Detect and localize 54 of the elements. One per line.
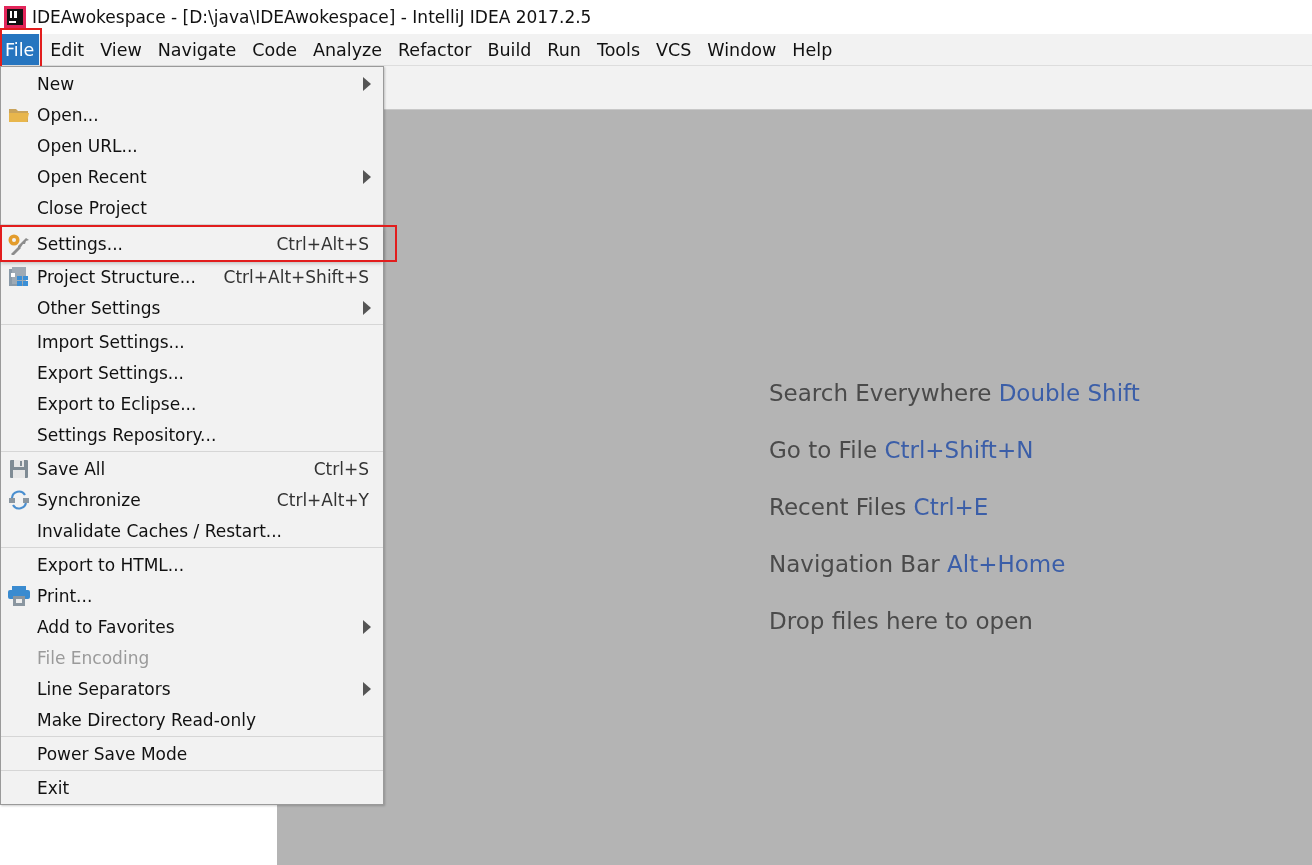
menu-item[interactable]: Settings Repository... [37, 424, 383, 445]
menu-bar-item[interactable]: View [95, 34, 147, 65]
hint-text: Search Everywhere [769, 380, 992, 406]
hint-shortcut: Ctrl+E [913, 494, 989, 520]
menu-bar-item[interactable]: Refactor [393, 34, 477, 65]
menu-item[interactable]: Exit [37, 777, 383, 798]
menu-item[interactable]: Add to Favorites [37, 616, 363, 637]
menu-item[interactable]: Project Structure... [37, 266, 224, 287]
menu-item[interactable]: Export Settings... [37, 362, 383, 383]
hint-text: Navigation Bar [769, 551, 940, 577]
menu-bar-item[interactable]: Help [787, 34, 838, 65]
menu-bar-item[interactable]: Build [482, 34, 537, 65]
printer-icon [8, 585, 30, 606]
menu-bar-item[interactable]: VCS [651, 34, 697, 65]
hint-text: Drop files here to open [769, 608, 1033, 634]
menu-bar-item[interactable]: File [0, 34, 40, 65]
menu-item[interactable]: Export to Eclipse... [37, 393, 383, 414]
wrench-icon [7, 232, 31, 255]
menu-item[interactable]: New [37, 73, 363, 94]
menu-item[interactable]: Make Directory Read-only [37, 709, 383, 730]
sync-icon [8, 489, 30, 510]
menu-item[interactable]: Invalidate Caches / Restart... [37, 520, 383, 541]
menu-item[interactable]: Import Settings... [37, 331, 383, 352]
menu-item[interactable]: Settings... [37, 233, 277, 254]
menu-item[interactable]: Line Separators [37, 678, 363, 699]
menu-item[interactable]: Save All [37, 458, 314, 479]
menu-item[interactable]: Open Recent [37, 166, 363, 187]
window-title: IDEAwokespace - [D:\java\IDEAwokespace] - IntelliJ IDEA 2017.2.5 [32, 7, 592, 27]
hint-text: Recent Files [769, 494, 907, 520]
menu-item[interactable]: Export to HTML... [37, 554, 383, 575]
app-logo-icon [4, 6, 26, 28]
menu-item[interactable]: Other Settings [37, 297, 363, 318]
menu-bar-item[interactable]: Navigate [152, 34, 242, 65]
shortcut-label: Ctrl+Alt+Y [276, 489, 370, 510]
hint-shortcut: Alt+Home [947, 551, 1066, 577]
hint-shortcut: Ctrl+Shift+N [884, 437, 1034, 463]
menu-item[interactable]: Open... [37, 104, 383, 125]
menu-bar-item[interactable]: Run [542, 34, 586, 65]
menu-bar-item[interactable]: Edit [45, 34, 90, 65]
project-structure-icon [8, 265, 30, 288]
hint-shortcut: Double Shift [998, 380, 1140, 406]
shortcut-label: Ctrl+Alt+Shift+S [223, 266, 370, 287]
menu-item[interactable]: Open URL... [37, 135, 383, 156]
menu-bar-item[interactable]: Code [247, 34, 303, 65]
menu-item[interactable]: Close Project [37, 197, 383, 218]
menu-bar-item[interactable]: Tools [591, 34, 646, 65]
shortcut-label: Ctrl+Alt+S [276, 233, 370, 254]
menu-item[interactable]: Print... [37, 585, 383, 606]
menu-bar-item[interactable]: Analyze [308, 34, 387, 65]
menu-item[interactable]: Synchronize [37, 489, 277, 510]
menu-item[interactable]: Power Save Mode [37, 743, 383, 764]
hint-text: Go to File [769, 437, 878, 463]
shortcut-label: Ctrl+S [313, 458, 370, 479]
menu-bar-item[interactable]: Window [702, 34, 782, 65]
